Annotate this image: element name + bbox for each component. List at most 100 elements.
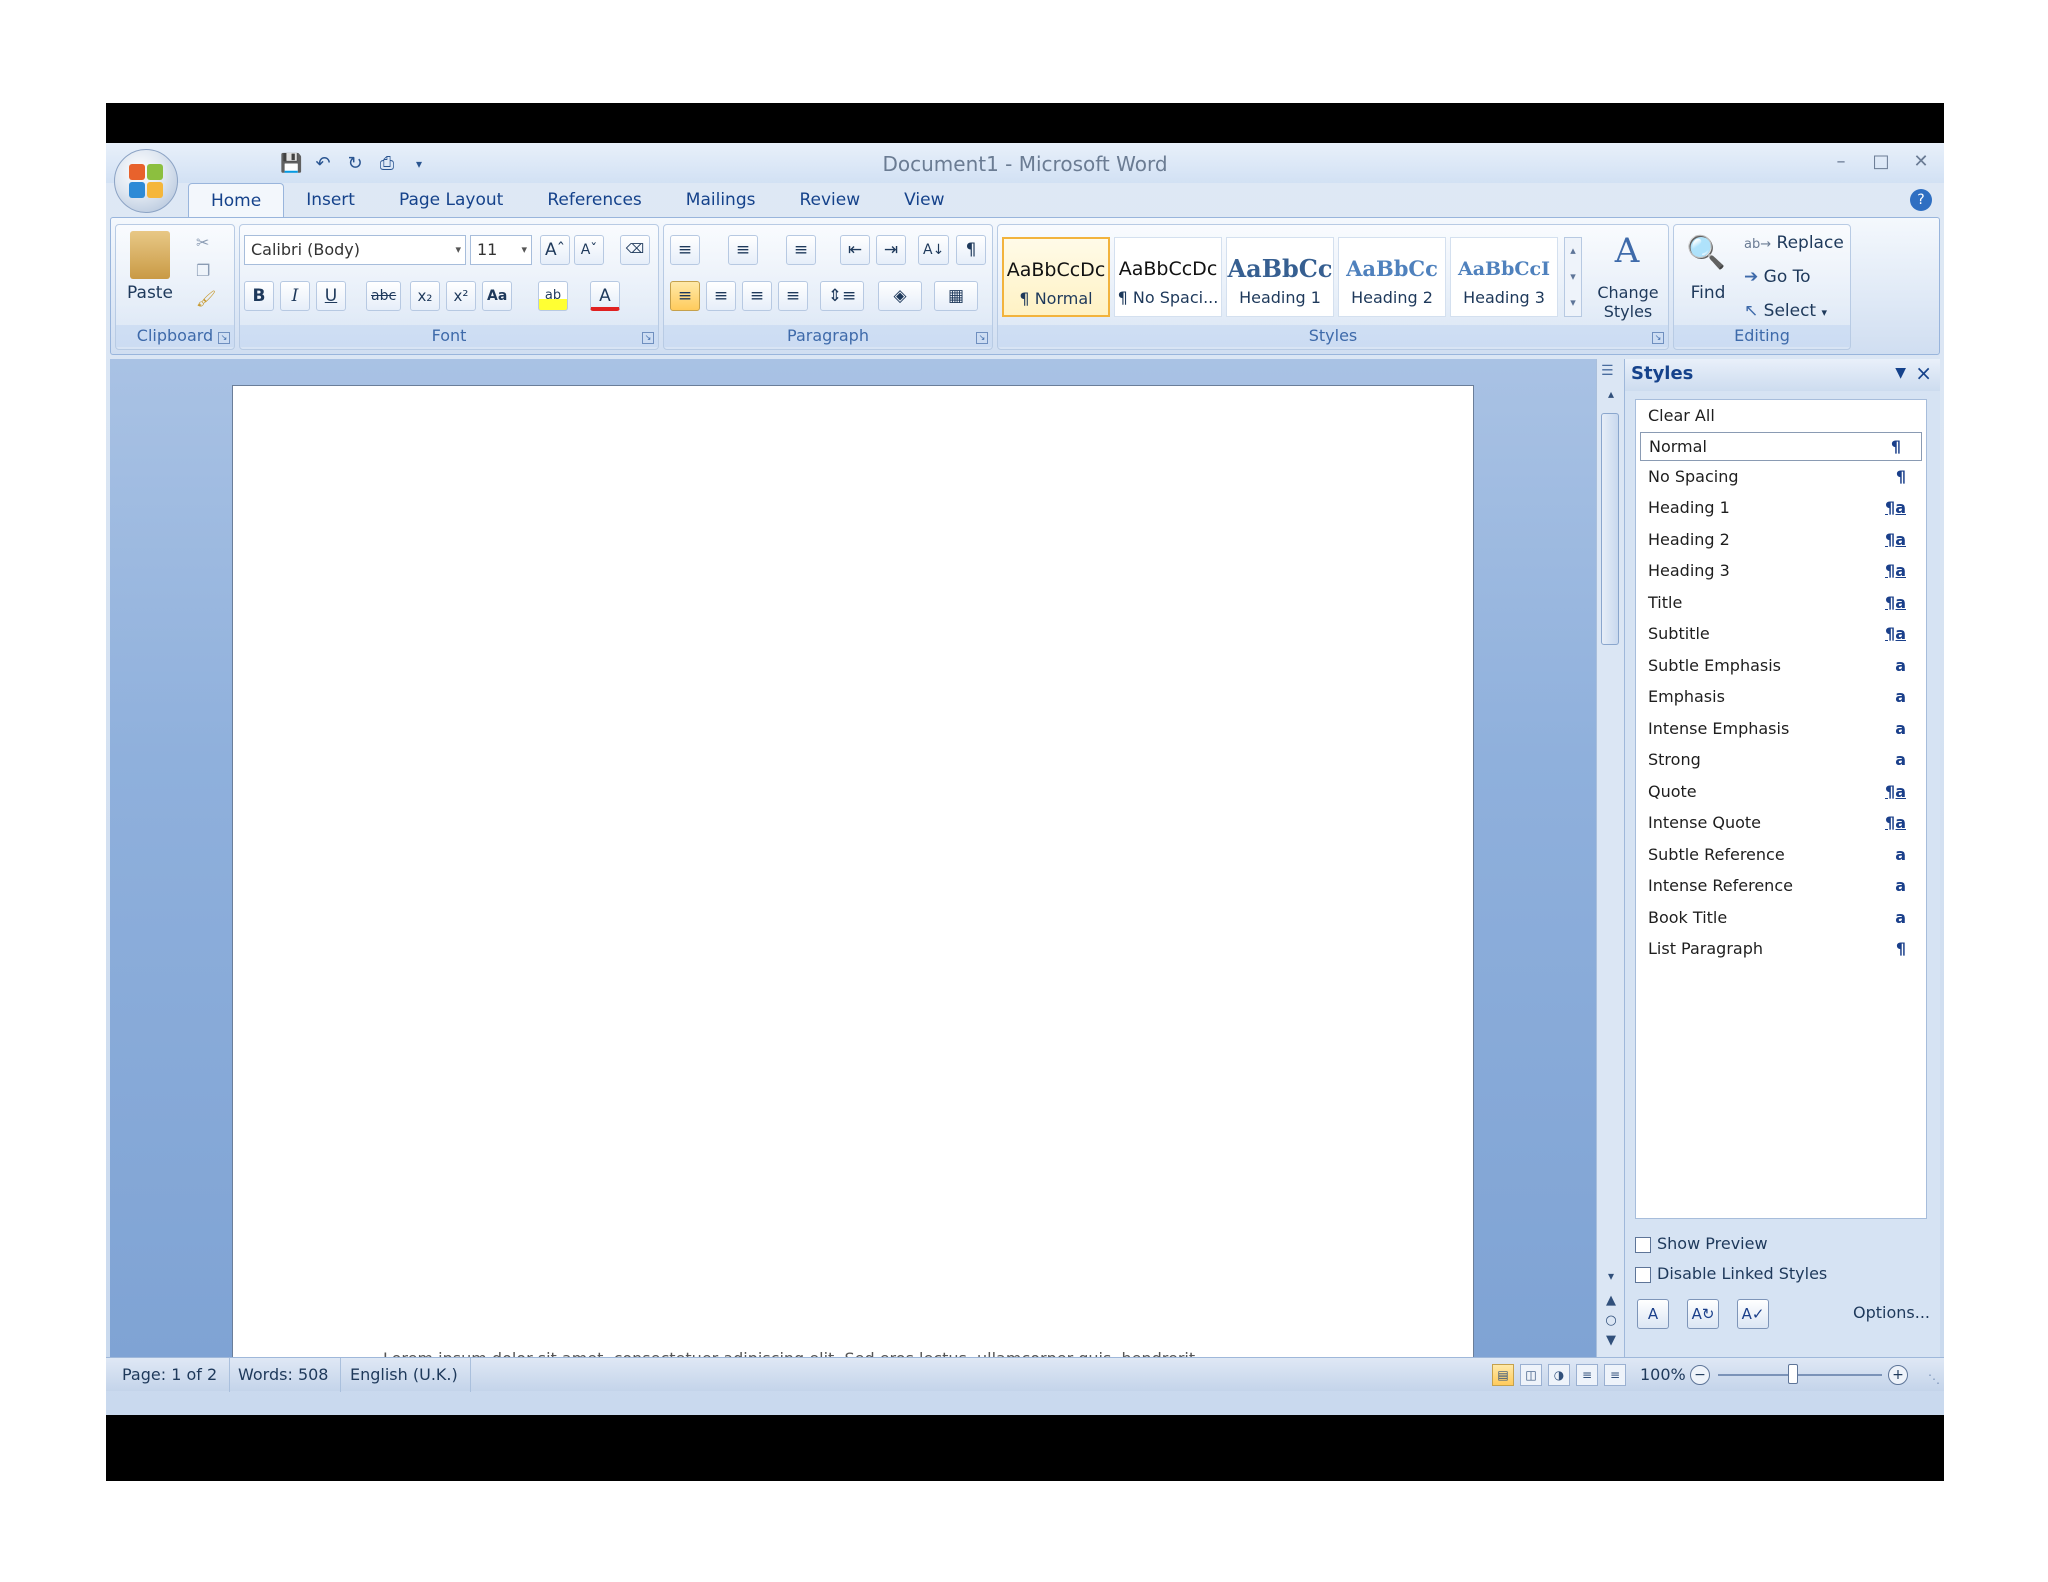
- paragraph-launcher-icon[interactable]: ↘: [976, 332, 988, 344]
- styles-gallery-scroll[interactable]: ▴ ▾ ▾: [1564, 237, 1582, 317]
- previous-page-icon[interactable]: ▲: [1602, 1293, 1620, 1311]
- options-link[interactable]: Options...: [1853, 1303, 1930, 1322]
- quick-style-heading-2[interactable]: AaBbCc Heading 2: [1338, 237, 1446, 317]
- quick-style-heading-1[interactable]: AaBbCc Heading 1: [1226, 237, 1334, 317]
- clipboard-launcher-icon[interactable]: ↘: [218, 332, 230, 344]
- copy-icon[interactable]: ❐: [196, 261, 210, 280]
- highlight-icon[interactable]: ab: [538, 281, 568, 311]
- style-item-quote[interactable]: Quote ¶a: [1636, 776, 1926, 808]
- paste-icon[interactable]: [130, 231, 170, 279]
- tab-references[interactable]: References: [525, 183, 663, 217]
- tab-page-layout[interactable]: Page Layout: [377, 183, 525, 217]
- strikethrough-icon[interactable]: abc: [366, 281, 402, 311]
- change-styles-icon[interactable]: A: [1594, 231, 1660, 281]
- style-item-heading-3[interactable]: Heading 3 ¶a: [1636, 555, 1926, 587]
- align-right-icon[interactable]: ≡: [742, 281, 772, 311]
- find-icon[interactable]: 🔍: [1686, 233, 1726, 271]
- vertical-scrollbar[interactable]: ☰ ▴ ▾ ▲ ○ ▼: [1596, 359, 1624, 1357]
- zoom-level[interactable]: 100%: [1640, 1358, 1686, 1392]
- office-button[interactable]: [114, 149, 178, 213]
- font-color-icon[interactable]: A: [590, 281, 620, 311]
- zoom-slider-thumb[interactable]: [1788, 1364, 1798, 1384]
- clear-formatting-icon[interactable]: ⌫: [620, 235, 650, 265]
- tab-home[interactable]: Home: [188, 183, 285, 217]
- disable-linked-styles-checkbox[interactable]: Disable Linked Styles: [1635, 1263, 1827, 1287]
- web-layout-view-icon[interactable]: ◑: [1548, 1364, 1570, 1386]
- justify-icon[interactable]: ≡: [778, 281, 808, 311]
- tab-mailings[interactable]: Mailings: [664, 183, 778, 217]
- paste-button-label[interactable]: Paste: [120, 283, 180, 303]
- browse-object-icon[interactable]: ○: [1602, 1313, 1620, 1331]
- line-spacing-icon[interactable]: ⇕≡: [820, 281, 864, 311]
- help-icon[interactable]: ?: [1910, 189, 1932, 211]
- manage-styles-icon[interactable]: A✓: [1737, 1299, 1769, 1329]
- styles-launcher-icon[interactable]: ↘: [1652, 332, 1664, 344]
- select-button[interactable]: ↖ Select ▾: [1744, 297, 1827, 325]
- quick-style-heading-3[interactable]: AaBbCcI Heading 3: [1450, 237, 1558, 317]
- zoom-out-icon[interactable]: −: [1690, 1365, 1710, 1385]
- shading-icon[interactable]: ◈: [878, 281, 922, 311]
- next-page-icon[interactable]: ▼: [1602, 1333, 1620, 1351]
- font-name-combo[interactable]: Calibri (Body) ▾: [244, 235, 466, 265]
- show-formatting-marks-icon[interactable]: ¶: [956, 235, 986, 265]
- cut-icon[interactable]: ✂: [196, 233, 209, 252]
- document-page[interactable]: Lorem ipsum dolor sit amet, consectetuer…: [232, 385, 1474, 1368]
- tab-review[interactable]: Review: [777, 183, 882, 217]
- subscript-icon[interactable]: x₂: [410, 281, 440, 311]
- style-item-intense-quote[interactable]: Intense Quote ¶a: [1636, 807, 1926, 839]
- style-item-heading-1[interactable]: Heading 1 ¶a: [1636, 492, 1926, 524]
- scroll-up-icon[interactable]: ▴: [1604, 387, 1618, 401]
- tab-insert[interactable]: Insert: [284, 183, 377, 217]
- style-item-list-paragraph[interactable]: List Paragraph ¶: [1636, 933, 1926, 965]
- tab-view[interactable]: View: [882, 183, 966, 217]
- font-size-combo[interactable]: 11 ▾: [470, 235, 532, 265]
- style-item-strong[interactable]: Strong a: [1636, 744, 1926, 776]
- outline-view-icon[interactable]: ≡: [1576, 1364, 1598, 1386]
- style-item-subtle-emphasis[interactable]: Subtle Emphasis a: [1636, 650, 1926, 682]
- quick-style-normal[interactable]: AaBbCcDc ¶ Normal: [1002, 237, 1110, 317]
- bullets-icon[interactable]: ≡: [670, 235, 700, 265]
- style-item-no-spacing[interactable]: No Spacing ¶: [1636, 461, 1926, 493]
- zoom-in-icon[interactable]: +: [1888, 1365, 1908, 1385]
- zoom-slider-track[interactable]: [1718, 1374, 1882, 1376]
- view-ruler-icon[interactable]: ☰: [1601, 363, 1619, 381]
- full-screen-reading-view-icon[interactable]: ◫: [1520, 1364, 1542, 1386]
- replace-button[interactable]: ab→ Replace: [1744, 229, 1844, 257]
- align-left-icon[interactable]: ≡: [670, 281, 700, 311]
- style-item-emphasis[interactable]: Emphasis a: [1636, 681, 1926, 713]
- italic-icon[interactable]: I: [280, 281, 310, 311]
- style-item-intense-emphasis[interactable]: Intense Emphasis a: [1636, 713, 1926, 745]
- new-style-icon[interactable]: A: [1637, 1299, 1669, 1329]
- style-item-title[interactable]: Title ¶a: [1636, 587, 1926, 619]
- style-item-book-title[interactable]: Book Title a: [1636, 902, 1926, 934]
- change-case-icon[interactable]: Aa: [482, 281, 513, 311]
- minimize-icon[interactable]: –: [1828, 149, 1854, 175]
- word-count[interactable]: Words: 508: [226, 1358, 342, 1392]
- language[interactable]: English (U.K.): [338, 1358, 471, 1392]
- increase-indent-icon[interactable]: ⇥: [876, 235, 906, 265]
- grow-font-icon[interactable]: Aˆ: [540, 235, 571, 265]
- page-count[interactable]: Page: 1 of 2: [110, 1358, 231, 1392]
- style-item-subtle-reference[interactable]: Subtle Reference a: [1636, 839, 1926, 871]
- style-item-intense-reference[interactable]: Intense Reference a: [1636, 870, 1926, 902]
- sort-icon[interactable]: A↓: [918, 235, 950, 265]
- shrink-font-icon[interactable]: Aˇ: [574, 235, 604, 265]
- font-launcher-icon[interactable]: ↘: [642, 332, 654, 344]
- underline-icon[interactable]: U: [316, 281, 346, 311]
- style-item-clear-all[interactable]: Clear All: [1636, 400, 1926, 432]
- style-item-normal[interactable]: Normal ¶: [1640, 431, 1922, 461]
- maximize-icon[interactable]: □: [1868, 149, 1894, 175]
- goto-button[interactable]: ➔ Go To: [1744, 263, 1811, 291]
- show-preview-checkbox[interactable]: Show Preview: [1635, 1233, 1768, 1257]
- scroll-thumb[interactable]: [1601, 413, 1619, 645]
- change-styles-label[interactable]: Change Styles: [1594, 283, 1662, 321]
- superscript-icon[interactable]: x²: [446, 281, 476, 311]
- numbering-icon[interactable]: ≡: [728, 235, 758, 265]
- pane-close-icon[interactable]: ×: [1915, 361, 1932, 385]
- align-center-icon[interactable]: ≡: [706, 281, 736, 311]
- format-painter-icon[interactable]: 🖌: [196, 289, 216, 308]
- resize-grip-icon[interactable]: ⋱: [1928, 1372, 1940, 1386]
- decrease-indent-icon[interactable]: ⇤: [840, 235, 870, 265]
- style-item-subtitle[interactable]: Subtitle ¶a: [1636, 618, 1926, 650]
- find-button-label[interactable]: Find: [1678, 283, 1738, 303]
